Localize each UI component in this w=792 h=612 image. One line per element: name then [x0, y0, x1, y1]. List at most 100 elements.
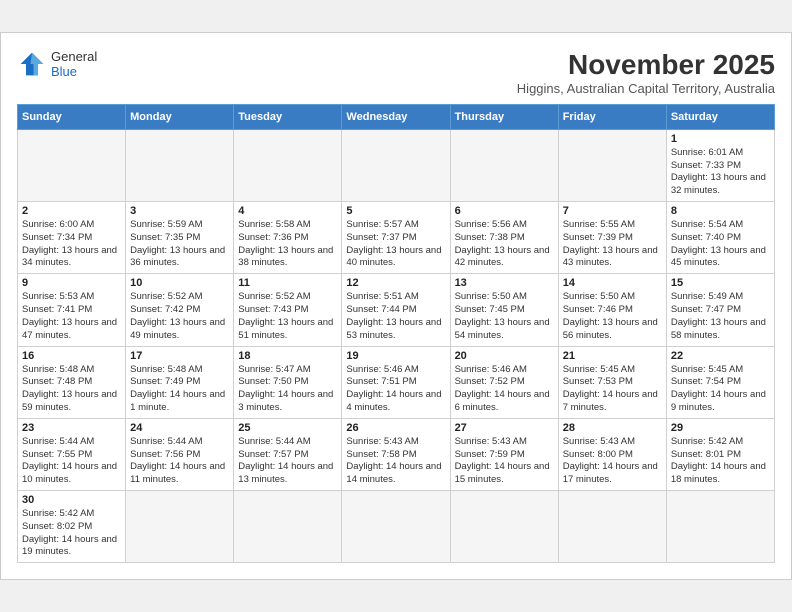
- day-cell: 19Sunrise: 5:46 AM Sunset: 7:51 PM Dayli…: [342, 346, 450, 418]
- day-info: Sunrise: 5:45 AM Sunset: 7:53 PM Dayligh…: [563, 364, 662, 415]
- weekday-header-row: SundayMondayTuesdayWednesdayThursdayFrid…: [18, 104, 775, 129]
- day-info: Sunrise: 5:55 AM Sunset: 7:39 PM Dayligh…: [563, 219, 662, 270]
- day-info: Sunrise: 5:42 AM Sunset: 8:01 PM Dayligh…: [671, 436, 770, 487]
- day-info: Sunrise: 5:43 AM Sunset: 7:59 PM Dayligh…: [455, 436, 554, 487]
- day-info: Sunrise: 5:46 AM Sunset: 7:52 PM Dayligh…: [455, 364, 554, 415]
- day-number: 14: [563, 277, 662, 289]
- day-cell: 15Sunrise: 5:49 AM Sunset: 7:47 PM Dayli…: [666, 274, 774, 346]
- day-number: 12: [346, 277, 445, 289]
- day-cell: 3 Sunrise: 5:59 AM Sunset: 7:35 PM Daylig…: [126, 202, 234, 274]
- weekday-header-saturday: Saturday: [666, 104, 774, 129]
- day-number: 2: [22, 205, 121, 217]
- day-cell: 8Sunrise: 5:54 AM Sunset: 7:40 PM Daylig…: [666, 202, 774, 274]
- day-cell: 30 Sunrise: 5:42 AM Sunset: 8:02 PM Dayli…: [18, 491, 126, 563]
- day-cell: 4 Sunrise: 5:58 AM Sunset: 7:36 PM Daylig…: [234, 202, 342, 274]
- day-number: 27: [455, 422, 554, 434]
- week-row-1: 2 Sunrise: 6:00 AM Sunset: 7:34 PM Daylig…: [18, 202, 775, 274]
- day-number: 10: [130, 277, 229, 289]
- day-number: 6: [455, 205, 554, 217]
- logo: General Blue: [17, 49, 97, 80]
- day-number: 21: [563, 350, 662, 362]
- calendar-table: SundayMondayTuesdayWednesdayThursdayFrid…: [17, 104, 775, 564]
- day-info: Sunrise: 5:43 AM Sunset: 8:00 PM Dayligh…: [563, 436, 662, 487]
- day-info: Sunrise: 5:48 AM Sunset: 7:49 PM Dayligh…: [130, 364, 229, 415]
- day-number: 1: [671, 133, 770, 145]
- day-cell: [666, 491, 774, 563]
- calendar-container: General Blue November 2025 Higgins, Aust…: [0, 32, 792, 581]
- day-cell: [126, 491, 234, 563]
- day-cell: 13Sunrise: 5:50 AM Sunset: 7:45 PM Dayli…: [450, 274, 558, 346]
- day-info: Sunrise: 5:45 AM Sunset: 7:54 PM Dayligh…: [671, 364, 770, 415]
- day-number: 17: [130, 350, 229, 362]
- day-cell: 17 Sunrise: 5:48 AM Sunset: 7:49 PM Dayli…: [126, 346, 234, 418]
- day-info: Sunrise: 5:53 AM Sunset: 7:41 PM Dayligh…: [22, 291, 121, 342]
- weekday-header-wednesday: Wednesday: [342, 104, 450, 129]
- week-row-5: 30 Sunrise: 5:42 AM Sunset: 8:02 PM Dayli…: [18, 491, 775, 563]
- week-row-2: 9 Sunrise: 5:53 AM Sunset: 7:41 PM Daylig…: [18, 274, 775, 346]
- week-row-4: 23Sunrise: 5:44 AM Sunset: 7:55 PM Dayli…: [18, 418, 775, 490]
- day-info: Sunrise: 5:58 AM Sunset: 7:36 PM Dayligh…: [238, 219, 337, 270]
- day-cell: [126, 129, 234, 201]
- header: General Blue November 2025 Higgins, Aust…: [17, 49, 775, 96]
- day-cell: [234, 129, 342, 201]
- day-info: Sunrise: 5:57 AM Sunset: 7:37 PM Dayligh…: [346, 219, 445, 270]
- day-info: Sunrise: 6:00 AM Sunset: 7:34 PM Dayligh…: [22, 219, 121, 270]
- day-info: Sunrise: 5:52 AM Sunset: 7:42 PM Dayligh…: [130, 291, 229, 342]
- day-info: Sunrise: 6:01 AM Sunset: 7:33 PM Dayligh…: [671, 147, 770, 198]
- day-cell: [450, 491, 558, 563]
- day-number: 9: [22, 277, 121, 289]
- day-number: 13: [455, 277, 554, 289]
- day-number: 18: [238, 350, 337, 362]
- day-cell: 14 Sunrise: 5:50 AM Sunset: 7:46 PM Dayli…: [558, 274, 666, 346]
- day-info: Sunrise: 5:43 AM Sunset: 7:58 PM Dayligh…: [346, 436, 445, 487]
- day-info: Sunrise: 5:42 AM Sunset: 8:02 PM Dayligh…: [22, 508, 121, 559]
- day-number: 28: [563, 422, 662, 434]
- day-cell: 25Sunrise: 5:44 AM Sunset: 7:57 PM Dayli…: [234, 418, 342, 490]
- day-cell: [234, 491, 342, 563]
- day-cell: 24Sunrise: 5:44 AM Sunset: 7:56 PM Dayli…: [126, 418, 234, 490]
- day-cell: 27 Sunrise: 5:43 AM Sunset: 7:59 PM Dayli…: [450, 418, 558, 490]
- day-info: Sunrise: 5:46 AM Sunset: 7:51 PM Dayligh…: [346, 364, 445, 415]
- week-row-3: 16Sunrise: 5:48 AM Sunset: 7:48 PM Dayli…: [18, 346, 775, 418]
- day-cell: 20Sunrise: 5:46 AM Sunset: 7:52 PM Dayli…: [450, 346, 558, 418]
- day-number: 5: [346, 205, 445, 217]
- day-number: 11: [238, 277, 337, 289]
- weekday-header-friday: Friday: [558, 104, 666, 129]
- day-number: 30: [22, 494, 121, 506]
- logo-text: General Blue: [51, 49, 97, 80]
- day-cell: 26Sunrise: 5:43 AM Sunset: 7:58 PM Dayli…: [342, 418, 450, 490]
- logo-blue-text: Blue: [51, 64, 97, 80]
- day-cell: [450, 129, 558, 201]
- day-info: Sunrise: 5:48 AM Sunset: 7:48 PM Dayligh…: [22, 364, 121, 415]
- day-number: 25: [238, 422, 337, 434]
- weekday-header-monday: Monday: [126, 104, 234, 129]
- subtitle: Higgins, Australian Capital Territory, A…: [517, 81, 775, 96]
- day-number: 29: [671, 422, 770, 434]
- day-number: 7: [563, 205, 662, 217]
- day-cell: 10 Sunrise: 5:52 AM Sunset: 7:42 PM Dayli…: [126, 274, 234, 346]
- day-cell: 18Sunrise: 5:47 AM Sunset: 7:50 PM Dayli…: [234, 346, 342, 418]
- day-cell: 16Sunrise: 5:48 AM Sunset: 7:48 PM Dayli…: [18, 346, 126, 418]
- day-info: Sunrise: 5:59 AM Sunset: 7:35 PM Dayligh…: [130, 219, 229, 270]
- day-cell: 23Sunrise: 5:44 AM Sunset: 7:55 PM Dayli…: [18, 418, 126, 490]
- day-cell: 2 Sunrise: 6:00 AM Sunset: 7:34 PM Daylig…: [18, 202, 126, 274]
- day-cell: [558, 129, 666, 201]
- day-number: 4: [238, 205, 337, 217]
- day-cell: 12 Sunrise: 5:51 AM Sunset: 7:44 PM Dayli…: [342, 274, 450, 346]
- day-cell: 7 Sunrise: 5:55 AM Sunset: 7:39 PM Daylig…: [558, 202, 666, 274]
- day-cell: [342, 129, 450, 201]
- day-cell: 9 Sunrise: 5:53 AM Sunset: 7:41 PM Daylig…: [18, 274, 126, 346]
- day-info: Sunrise: 5:54 AM Sunset: 7:40 PM Dayligh…: [671, 219, 770, 270]
- day-cell: [18, 129, 126, 201]
- day-number: 23: [22, 422, 121, 434]
- weekday-header-thursday: Thursday: [450, 104, 558, 129]
- day-info: Sunrise: 5:51 AM Sunset: 7:44 PM Dayligh…: [346, 291, 445, 342]
- day-cell: 21 Sunrise: 5:45 AM Sunset: 7:53 PM Dayli…: [558, 346, 666, 418]
- day-number: 3: [130, 205, 229, 217]
- weekday-header-sunday: Sunday: [18, 104, 126, 129]
- logo-icon: [17, 49, 47, 79]
- day-number: 24: [130, 422, 229, 434]
- day-info: Sunrise: 5:50 AM Sunset: 7:46 PM Dayligh…: [563, 291, 662, 342]
- week-row-0: 1 Sunrise: 6:01 AM Sunset: 7:33 PM Daylig…: [18, 129, 775, 201]
- day-cell: 1 Sunrise: 6:01 AM Sunset: 7:33 PM Daylig…: [666, 129, 774, 201]
